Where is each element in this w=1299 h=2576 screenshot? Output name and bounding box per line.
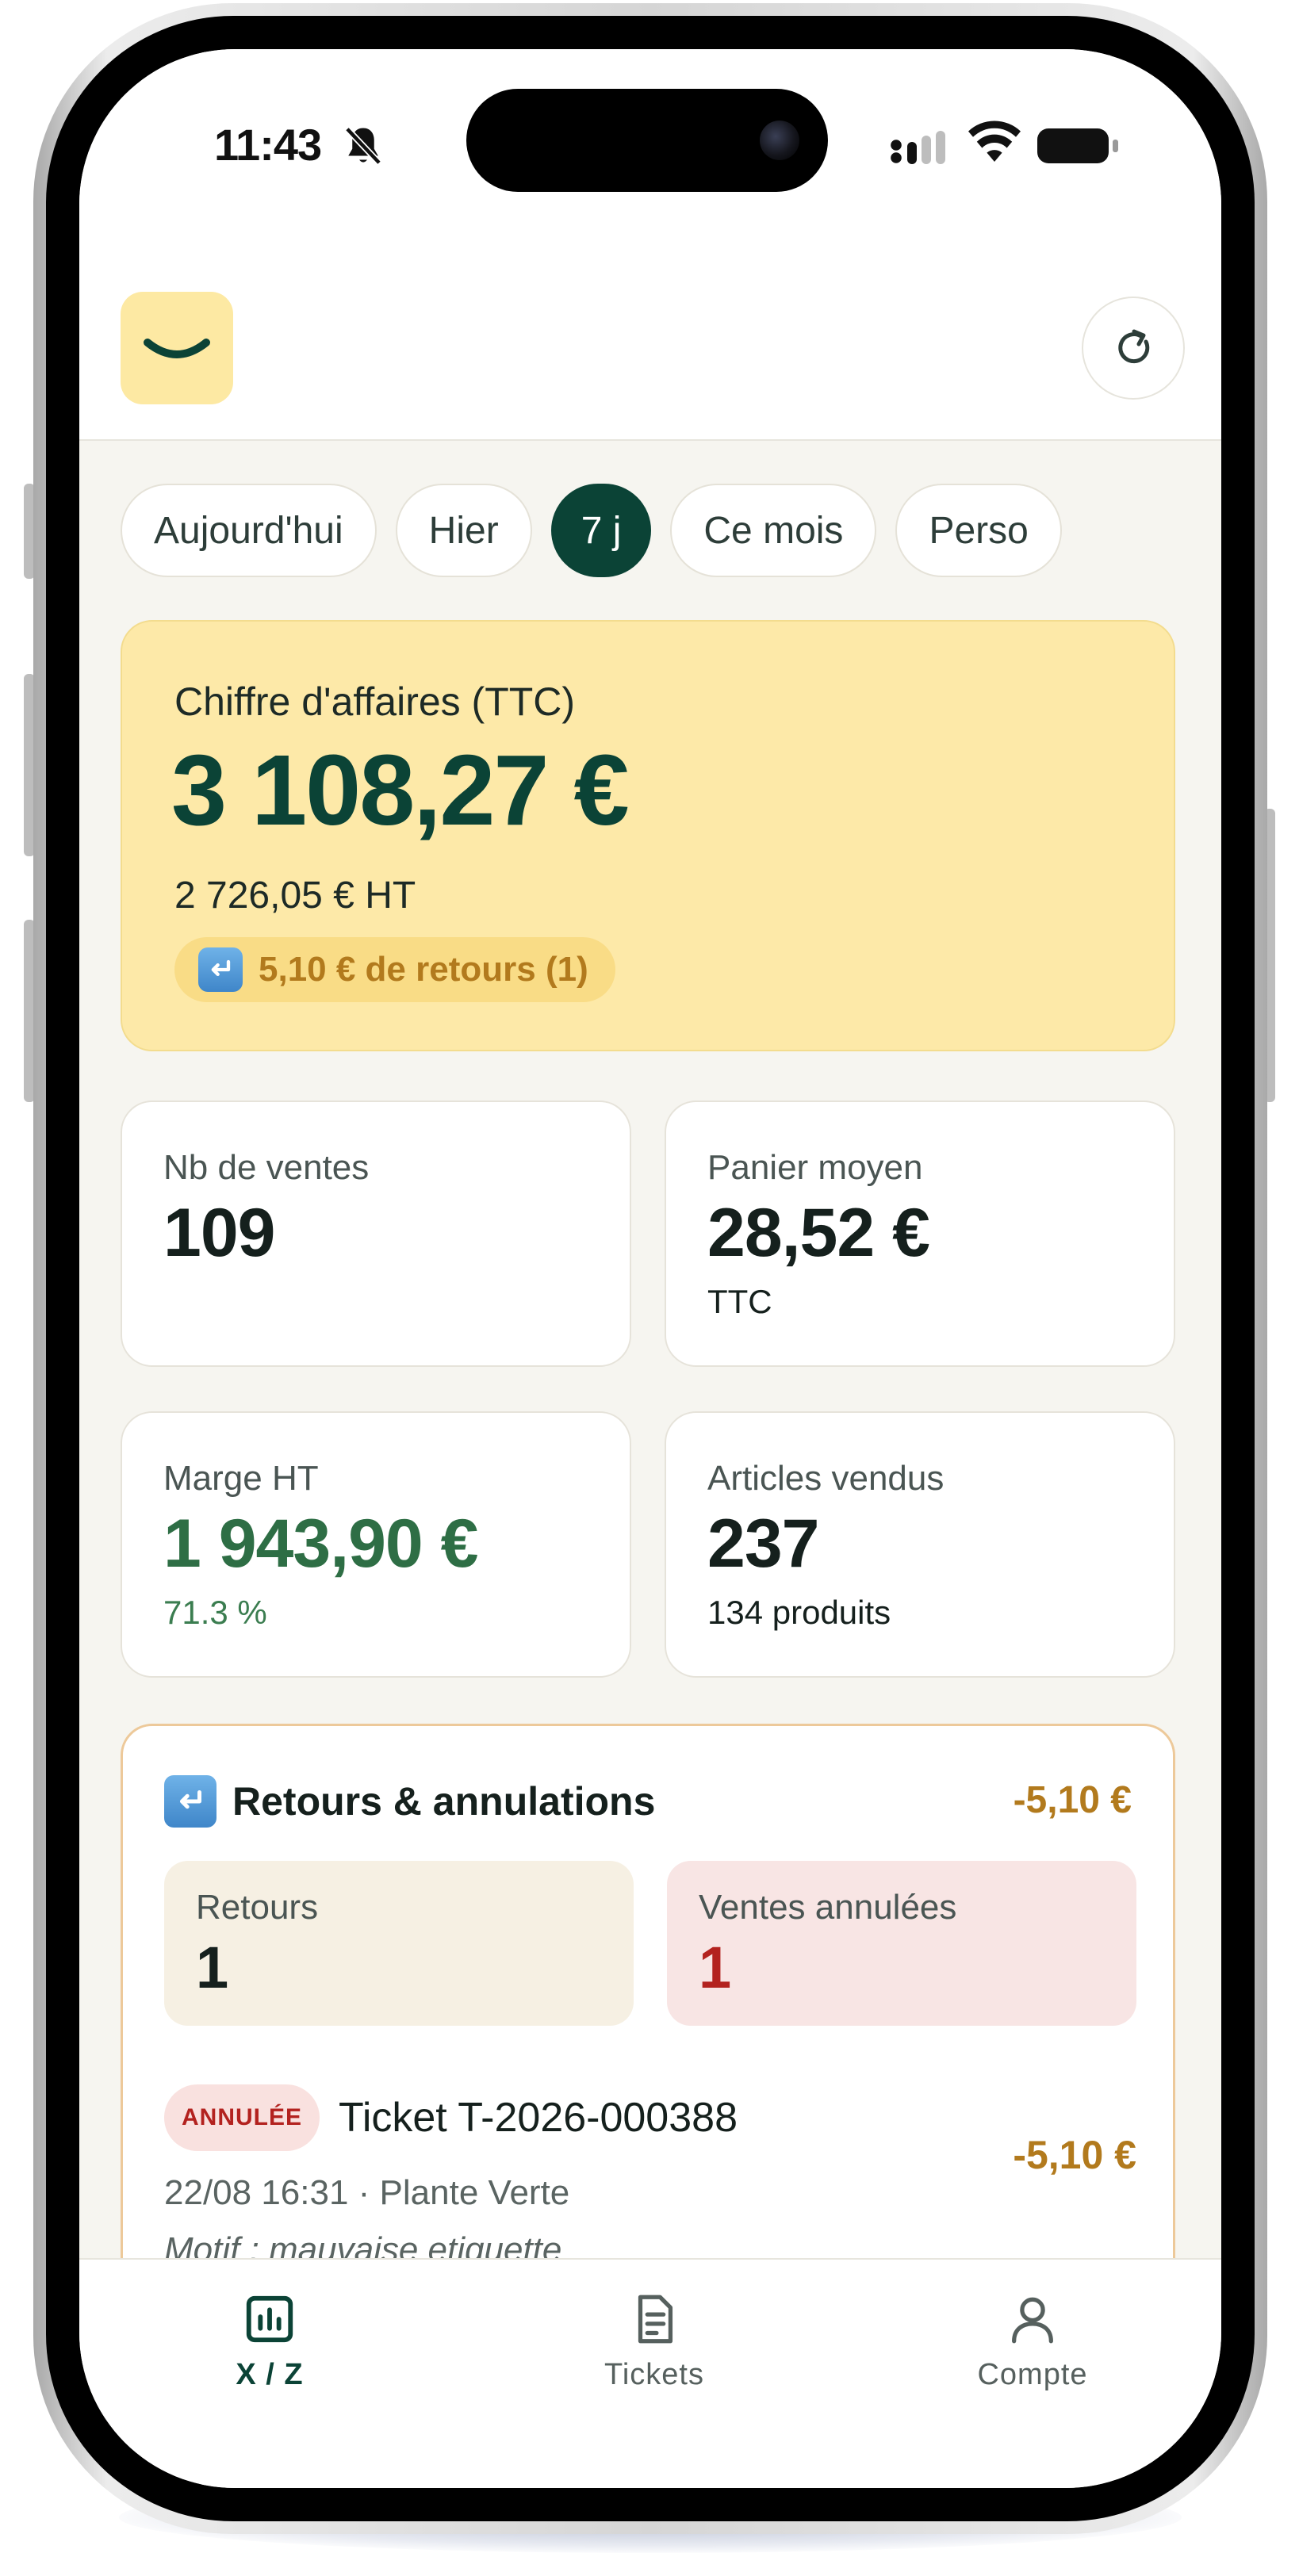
tab-tickets[interactable]: Tickets bbox=[535, 2291, 773, 2392]
cellular-signal-icon bbox=[891, 131, 945, 164]
returns-pill-text: 5,10 € de retours (1) bbox=[259, 950, 588, 989]
period-chip-custom[interactable]: Perso bbox=[895, 484, 1062, 577]
period-selector: Aujourd'hui Hier 7 j Ce mois Perso bbox=[121, 484, 1062, 579]
stat-label: Marge HT bbox=[163, 1459, 319, 1498]
stat-sub: 71.3 % bbox=[163, 1594, 267, 1631]
stat-value: 1 943,90 € bbox=[163, 1506, 478, 1582]
period-chip-7-days[interactable]: 7 j bbox=[550, 484, 652, 577]
phone-bezel: 11:43 Aujourd'hui Hier 7 j Ce mois Perso… bbox=[46, 16, 1255, 2521]
stat-value: 109 bbox=[163, 1195, 275, 1271]
phone-frame: 11:43 Aujourd'hui Hier 7 j Ce mois Perso… bbox=[33, 3, 1267, 2534]
tab-account[interactable]: Compte bbox=[914, 2291, 1151, 2392]
revenue-ht: 2 726,05 € HT bbox=[174, 875, 416, 917]
tab-label: Compte bbox=[977, 2358, 1088, 2391]
battery-icon bbox=[1037, 128, 1118, 163]
stat-label: Nb de ventes bbox=[163, 1148, 370, 1187]
status-bar: 11:43 bbox=[79, 49, 1221, 208]
stat-card-sales: Nb de ventes 109 bbox=[121, 1100, 631, 1367]
ticket-title: Ticket T-2026-000388 bbox=[339, 2095, 738, 2141]
tab-label: Tickets bbox=[604, 2358, 704, 2391]
returns-count-box: Retours 1 bbox=[164, 1861, 634, 2026]
stat-value: 28,52 € bbox=[707, 1195, 930, 1271]
tab-xz[interactable]: X / Z bbox=[151, 2291, 389, 2392]
tab-label: X / Z bbox=[236, 2358, 304, 2391]
phone-screen: 11:43 Aujourd'hui Hier 7 j Ce mois Perso… bbox=[79, 49, 1221, 2488]
returns-total: -5,10 € bbox=[1013, 1779, 1132, 1821]
app-logo bbox=[121, 292, 233, 404]
status-badge: ANNULÉE bbox=[164, 2084, 320, 2151]
user-icon bbox=[1012, 2297, 1053, 2344]
returns-pill: 5,10 € de retours (1) bbox=[174, 937, 615, 1002]
bell-slash-icon bbox=[345, 127, 381, 165]
returns-count-value: 1 bbox=[196, 1935, 229, 2000]
stat-sub: TTC bbox=[707, 1283, 772, 1320]
stat-value: 237 bbox=[707, 1506, 819, 1582]
returns-card: Retours & annulations -5,10 € Retours 1 … bbox=[121, 1724, 1175, 2326]
app-header bbox=[79, 208, 1221, 441]
ticket-meta: 22/08 16:31 · Plante Verte bbox=[164, 2173, 570, 2212]
ticket-amount: -5,10 € bbox=[1013, 2133, 1136, 2177]
returns-card-title: Retours & annulations bbox=[232, 1779, 656, 1824]
cancelled-count-box: Ventes annulées 1 bbox=[667, 1861, 1136, 2026]
revenue-label: Chiffre d'affaires (TTC) bbox=[174, 679, 576, 724]
returns-card-header: Retours & annulations bbox=[164, 1775, 655, 1828]
refresh-button[interactable] bbox=[1082, 297, 1185, 400]
cancelled-count-label: Ventes annulées bbox=[699, 1888, 957, 1927]
stat-card-basket: Panier moyen 28,52 € TTC bbox=[665, 1100, 1175, 1367]
returns-count-label: Retours bbox=[196, 1888, 319, 1927]
status-time: 11:43 bbox=[214, 120, 322, 170]
stat-label: Articles vendus bbox=[707, 1459, 945, 1498]
stat-card-items: Articles vendus 237 134 produits bbox=[665, 1411, 1175, 1678]
cancelled-count-value: 1 bbox=[699, 1935, 732, 2000]
period-chip-this-month[interactable]: Ce mois bbox=[670, 484, 877, 577]
stat-sub: 134 produits bbox=[707, 1594, 891, 1631]
dynamic-island bbox=[466, 89, 828, 192]
refresh-icon bbox=[1118, 329, 1150, 364]
wifi-icon bbox=[968, 121, 1021, 162]
period-chip-today[interactable]: Aujourd'hui bbox=[121, 484, 377, 577]
revenue-amount: 3 108,27 € bbox=[171, 734, 630, 846]
revenue-card: Chiffre d'affaires (TTC) 3 108,27 € 2 72… bbox=[121, 620, 1175, 1051]
document-icon bbox=[638, 2295, 673, 2344]
camera-icon bbox=[760, 121, 799, 160]
return-arrow-icon bbox=[164, 1775, 216, 1828]
return-arrow-icon bbox=[198, 947, 243, 992]
stat-label: Panier moyen bbox=[707, 1148, 923, 1187]
tab-bar: X / Z Tickets Compte bbox=[79, 2258, 1221, 2488]
period-chip-yesterday[interactable]: Hier bbox=[395, 484, 532, 577]
bar-chart-icon bbox=[246, 2295, 293, 2343]
smile-icon bbox=[144, 339, 210, 358]
stat-card-margin: Marge HT 1 943,90 € 71.3 % bbox=[121, 1411, 631, 1678]
